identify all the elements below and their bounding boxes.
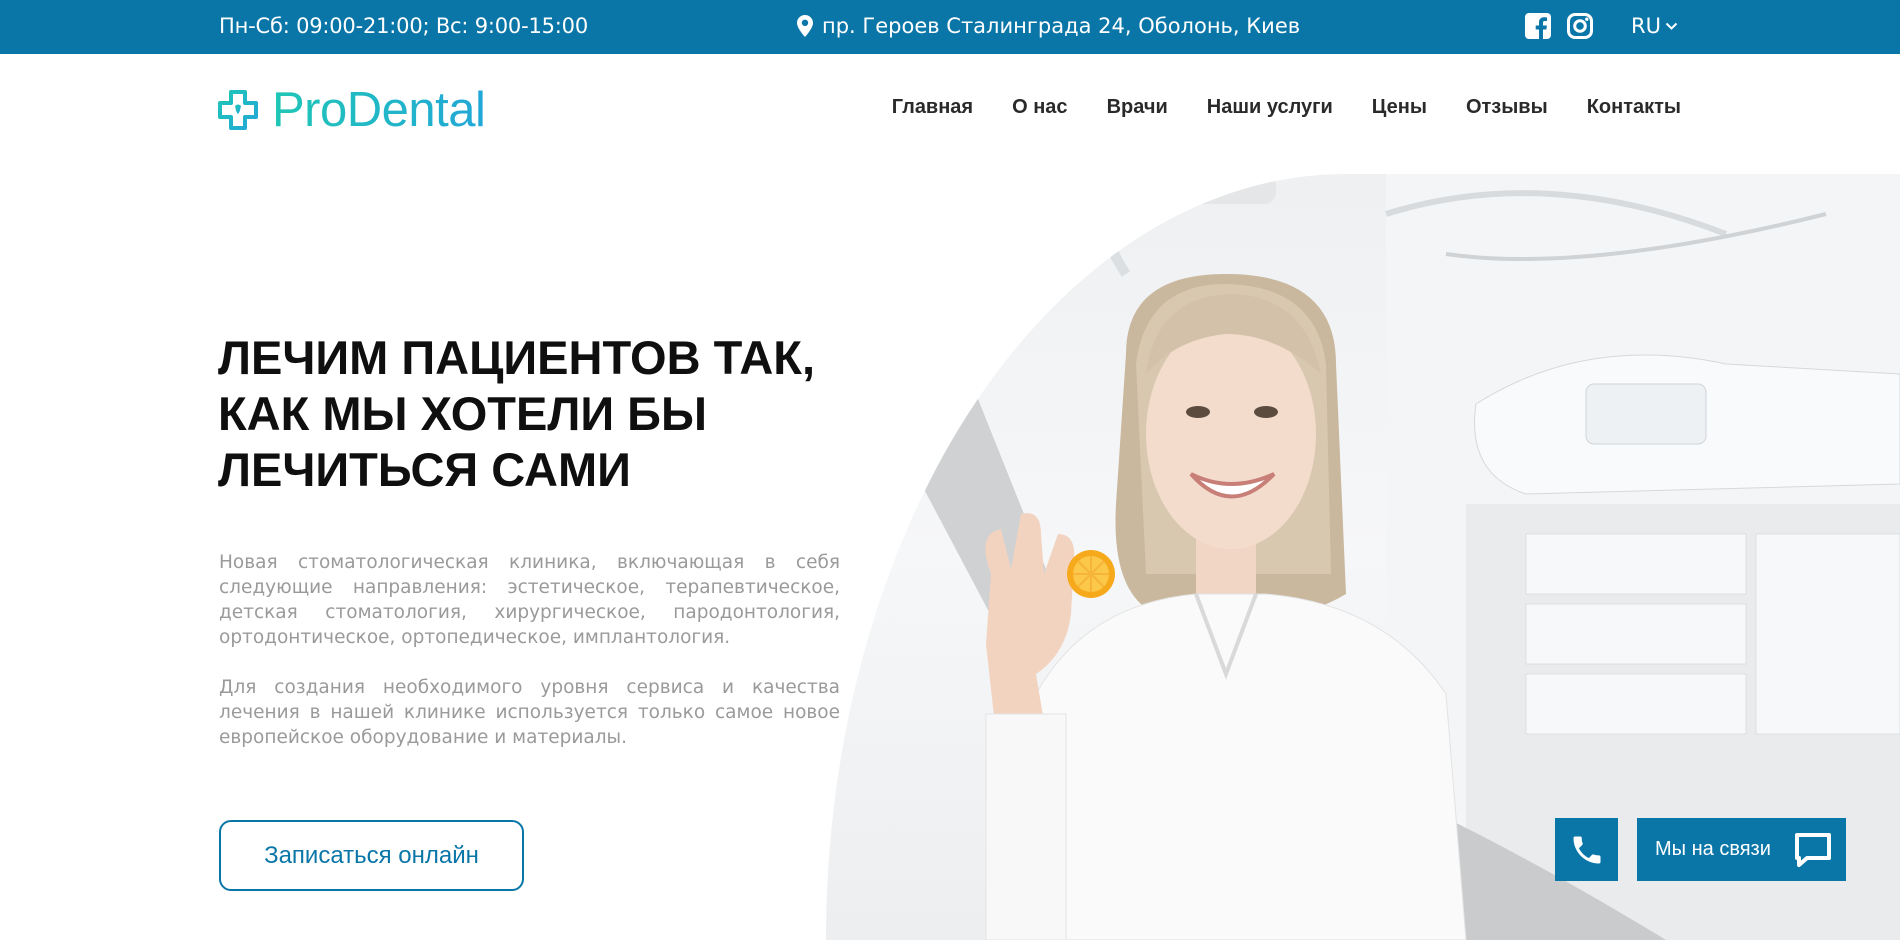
language-selector[interactable]: RU — [1631, 14, 1678, 38]
map-pin-icon — [797, 15, 813, 37]
top-info-bar: Пн-Сб: 09:00-21:00; Вс: 9:00-15:00 пр. Г… — [0, 0, 1900, 54]
clinic-address[interactable]: пр. Героев Сталинграда 24, Оболонь, Киев — [797, 14, 1300, 38]
logo[interactable]: ProDental — [218, 82, 486, 138]
nav-item-services[interactable]: Наши услуги — [1207, 96, 1333, 119]
brand-name: ProDental — [272, 83, 486, 137]
call-button[interactable] — [1555, 818, 1618, 881]
main-navigation: Главная О нас Врачи Наши услуги Цены Отз… — [853, 96, 1681, 119]
nav-item-doctors[interactable]: Врачи — [1107, 96, 1168, 119]
hero-title-line: КАК МЫ ХОТЕЛИ БЫ — [218, 387, 707, 440]
chevron-down-icon — [1665, 22, 1678, 30]
hero-description-2: Для создания необходимого уровня сервиса… — [219, 677, 840, 748]
instagram-icon[interactable] — [1566, 12, 1594, 40]
chat-widget-label: Мы на связи — [1655, 838, 1771, 860]
site-header: ProDental Главная О нас Врачи Наши услуг… — [0, 54, 1900, 174]
facebook-icon[interactable] — [1524, 12, 1552, 40]
book-online-button[interactable]: Записаться онлайн — [219, 820, 524, 891]
hero-title-line: ЛЕЧИМ ПАЦИЕНТОВ ТАК, — [218, 331, 816, 384]
social-links — [1524, 12, 1594, 40]
nav-item-home[interactable]: Главная — [892, 96, 973, 119]
nav-item-prices[interactable]: Цены — [1372, 96, 1427, 119]
working-hours: Пн-Сб: 09:00-21:00; Вс: 9:00-15:00 — [219, 14, 588, 38]
hero-title: ЛЕЧИМ ПАЦИЕНТОВ ТАК, КАК МЫ ХОТЕЛИ БЫ ЛЕ… — [218, 330, 898, 498]
hero-title-line: ЛЕЧИТЬСЯ САМИ — [218, 443, 631, 496]
phone-icon — [1573, 836, 1600, 863]
chat-bubble-icon — [1794, 832, 1831, 867]
hero-description-1: Новая стоматологическая клиника, включаю… — [219, 552, 840, 648]
nav-item-contacts[interactable]: Контакты — [1587, 96, 1681, 119]
address-text: пр. Героев Сталинграда 24, Оболонь, Киев — [822, 14, 1301, 38]
tooth-cross-logo-icon — [218, 90, 258, 130]
nav-item-reviews[interactable]: Отзывы — [1466, 96, 1548, 119]
nav-item-about[interactable]: О нас — [1012, 96, 1067, 119]
language-label: RU — [1631, 14, 1661, 38]
chat-widget-button[interactable]: Мы на связи — [1637, 818, 1846, 881]
